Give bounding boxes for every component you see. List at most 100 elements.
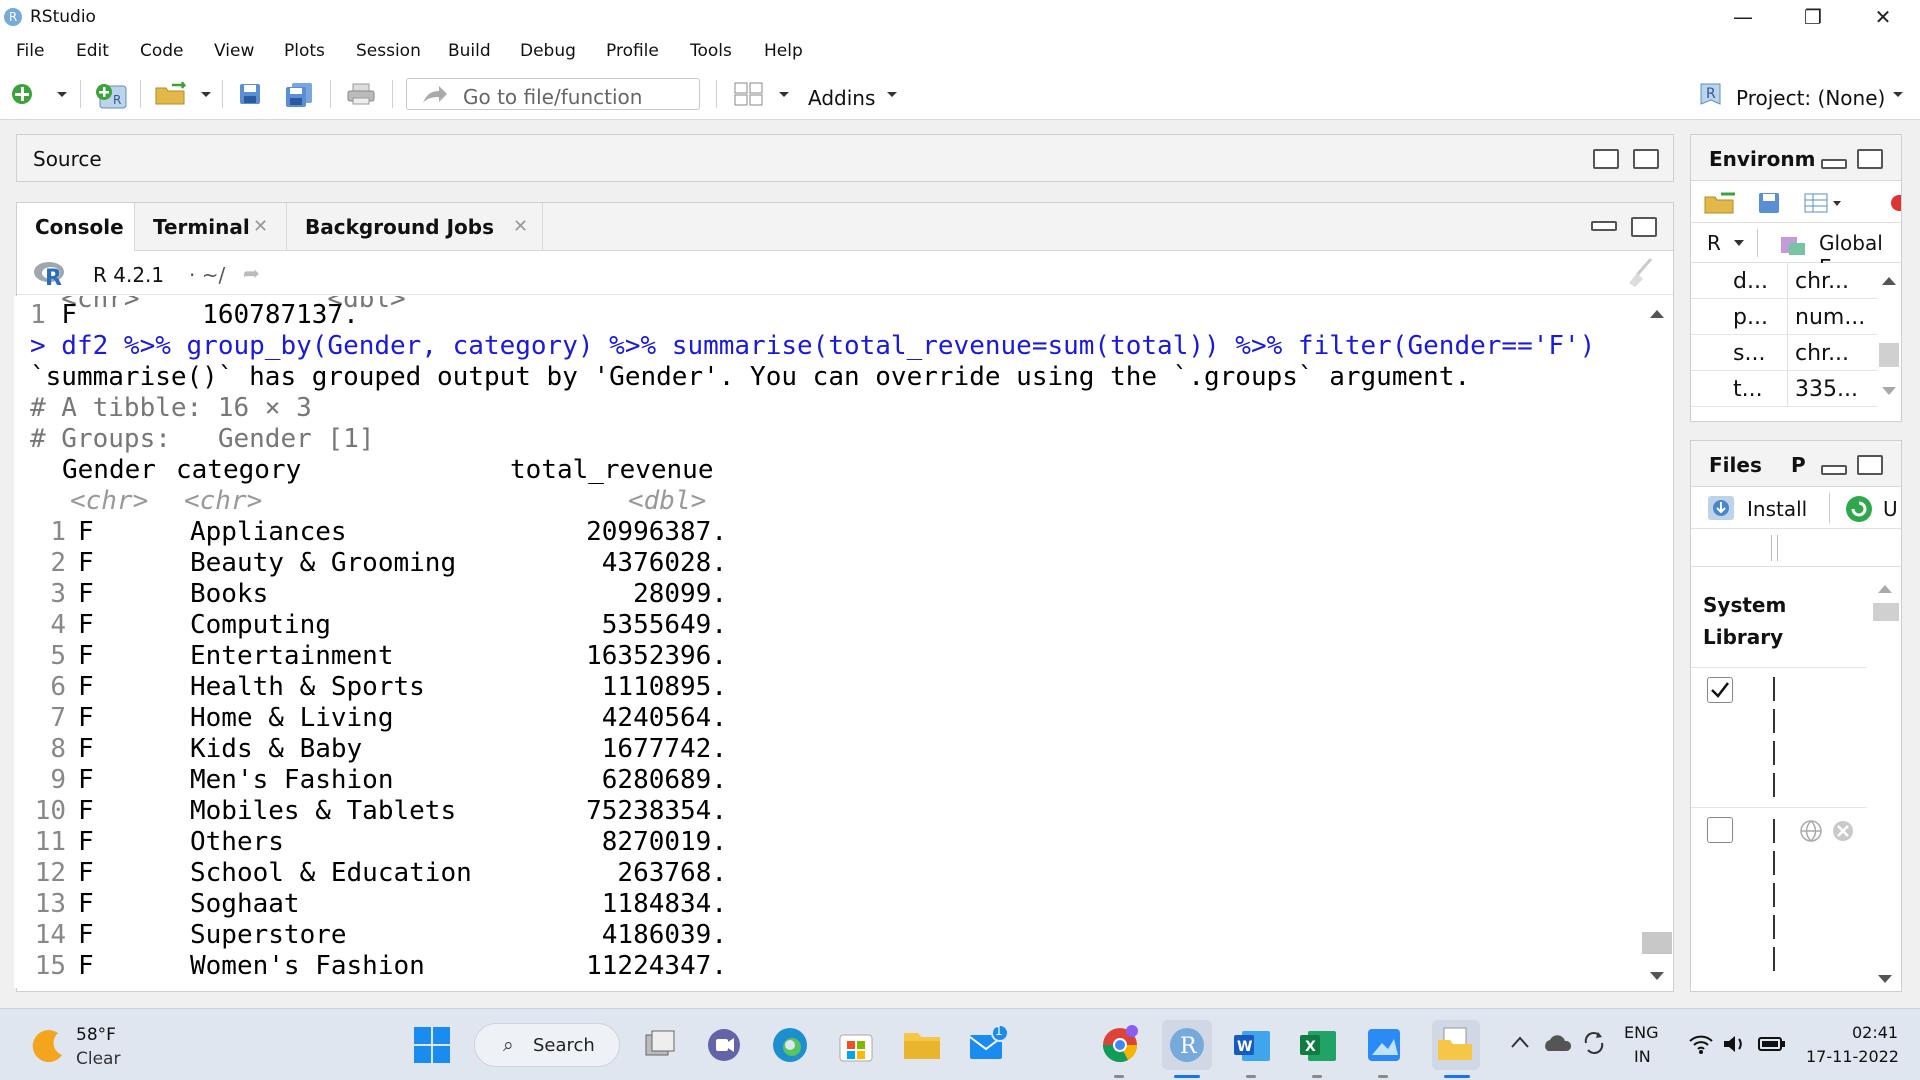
mail-icon[interactable]: 1 [968,1024,1009,1065]
rstudio-taskbar-icon[interactable]: R [1162,1020,1212,1070]
restore-pane-icon[interactable] [1593,149,1619,169]
onedrive-cloud-icon[interactable] [1542,1031,1572,1060]
update-label[interactable]: U [1883,497,1898,521]
maximize-pane-icon[interactable] [1857,149,1883,169]
new-file-icon[interactable] [10,82,34,106]
packages-scrollbar[interactable] [1869,567,1901,991]
print-icon[interactable] [346,82,376,106]
scroll-up-icon[interactable] [1881,273,1897,291]
minimize-button[interactable]: — [1708,0,1778,34]
open-dropdown-icon[interactable] [200,82,212,106]
scrollbar-thumb[interactable] [1642,932,1672,954]
scrollbar-thumb[interactable] [1879,343,1899,367]
photos-icon[interactable] [1364,1025,1404,1065]
file-explorer-active-icon[interactable] [1432,1020,1480,1070]
scroll-down-icon[interactable] [1877,971,1893,989]
environment-row[interactable]: p... num... [1691,299,1877,335]
scrollbar-thumb[interactable] [1873,603,1899,621]
menu-view[interactable]: View [214,41,254,61]
clear-console-broom-icon[interactable] [1625,257,1655,287]
restore-button[interactable]: ❐ [1778,0,1848,34]
project-dropdown-icon[interactable] [1892,82,1904,106]
language-indicator-bottom[interactable]: IN [1634,1047,1651,1066]
goto-dir-arrow-icon[interactable]: ➦ [243,261,260,285]
store-icon[interactable] [836,1025,876,1065]
chrome-icon[interactable] [1100,1025,1140,1065]
weather-desc[interactable]: Clear [76,1049,120,1069]
pane-layout-dropdown-icon[interactable] [778,82,790,106]
language-indicator-top[interactable]: ENG [1624,1023,1658,1042]
open-file-icon[interactable] [154,81,190,106]
environment-row[interactable]: s... chr... [1691,335,1877,371]
import-dataset-icon[interactable] [1803,191,1843,220]
menu-code[interactable]: Code [140,41,184,61]
scroll-up-icon[interactable] [1649,306,1665,324]
weather-moon-icon[interactable] [28,1027,68,1072]
battery-icon[interactable] [1758,1036,1786,1057]
load-workspace-icon[interactable] [1703,189,1739,220]
go-to-file-input[interactable]: Go to file/function [406,78,700,110]
maximize-pane-icon[interactable] [1857,455,1883,475]
project-menu[interactable]: Project: (None) [1736,86,1885,110]
file-explorer-icon[interactable] [902,1025,942,1065]
menu-plots[interactable]: Plots [284,41,325,61]
weather-temp[interactable]: 58°F [76,1025,116,1045]
minimize-pane-icon[interactable] [1821,159,1847,169]
word-icon[interactable]: W [1232,1025,1272,1065]
start-windows-icon[interactable] [414,1027,450,1068]
excel-icon[interactable]: X [1298,1025,1338,1065]
addins-dropdown-icon[interactable] [886,82,898,106]
clock-date[interactable]: 17-11-2022 [1806,1047,1899,1066]
menu-tools[interactable]: Tools [690,41,732,61]
console-scrollbar[interactable] [1642,296,1672,988]
save-all-icon[interactable] [284,82,314,107]
teams-chat-icon[interactable] [704,1025,744,1065]
edge-browser-icon[interactable] [770,1025,810,1065]
scroll-down-icon[interactable] [1881,383,1897,401]
update-packages-icon[interactable] [1845,495,1873,528]
restore-pane-icon[interactable] [1631,217,1657,237]
environment-scrollbar[interactable] [1877,263,1901,407]
language-dropdown-icon[interactable] [1733,235,1745,253]
tab-files[interactable]: Files [1709,453,1762,477]
scroll-down-icon[interactable] [1649,968,1665,986]
environment-row[interactable]: d... chr... [1691,263,1877,299]
addins-menu[interactable]: Addins [808,86,875,110]
task-view-icon[interactable] [640,1025,680,1065]
scroll-up-icon[interactable] [1877,581,1893,599]
save-workspace-icon[interactable] [1757,191,1781,220]
tab-background-jobs[interactable]: Background Jobs ✕ [287,203,543,251]
packages-search-bar[interactable] [1691,529,1901,567]
tab-environment[interactable]: Environm [1709,147,1815,171]
close-tab-icon[interactable]: ✕ [253,216,268,237]
save-icon[interactable] [238,82,262,106]
show-hidden-icons-chevron-icon[interactable] [1510,1035,1530,1054]
wifi-icon[interactable] [1688,1033,1714,1060]
sync-icon[interactable] [1580,1029,1608,1062]
tab-console[interactable]: Console [17,203,135,251]
new-file-dropdown-icon[interactable] [56,82,68,106]
menu-build[interactable]: Build [448,41,491,61]
working-dir-label[interactable]: · ~/ [189,263,225,287]
menu-session[interactable]: Session [356,41,421,61]
close-tab-icon[interactable]: ✕ [513,216,528,237]
volume-icon[interactable] [1722,1033,1748,1060]
package-checkbox-checked[interactable] [1707,677,1733,703]
menu-edit[interactable]: Edit [76,41,109,61]
environment-row[interactable]: t... 335... [1691,371,1877,407]
language-selector[interactable]: R [1707,231,1721,255]
menu-debug[interactable]: Debug [520,41,576,61]
menu-profile[interactable]: Profile [606,41,659,61]
menu-help[interactable]: Help [764,41,803,61]
clock-time[interactable]: 02:41 [1852,1023,1898,1042]
install-label[interactable]: Install [1747,497,1807,521]
console-output[interactable]: <chr> <dbl> 1 F 160787137. > df2 %>% gro… [14,296,1640,988]
source-pane-title[interactable]: Source [33,147,102,171]
pane-layout-icon[interactable] [734,82,764,106]
new-project-icon[interactable]: R [94,82,128,109]
tab-terminal[interactable]: Terminal ✕ [135,203,287,251]
install-package-icon[interactable] [1707,495,1735,526]
remove-package-icon[interactable] [1831,819,1855,848]
close-button[interactable]: ✕ [1848,0,1918,34]
clear-workspace-icon[interactable] [1891,195,1901,211]
